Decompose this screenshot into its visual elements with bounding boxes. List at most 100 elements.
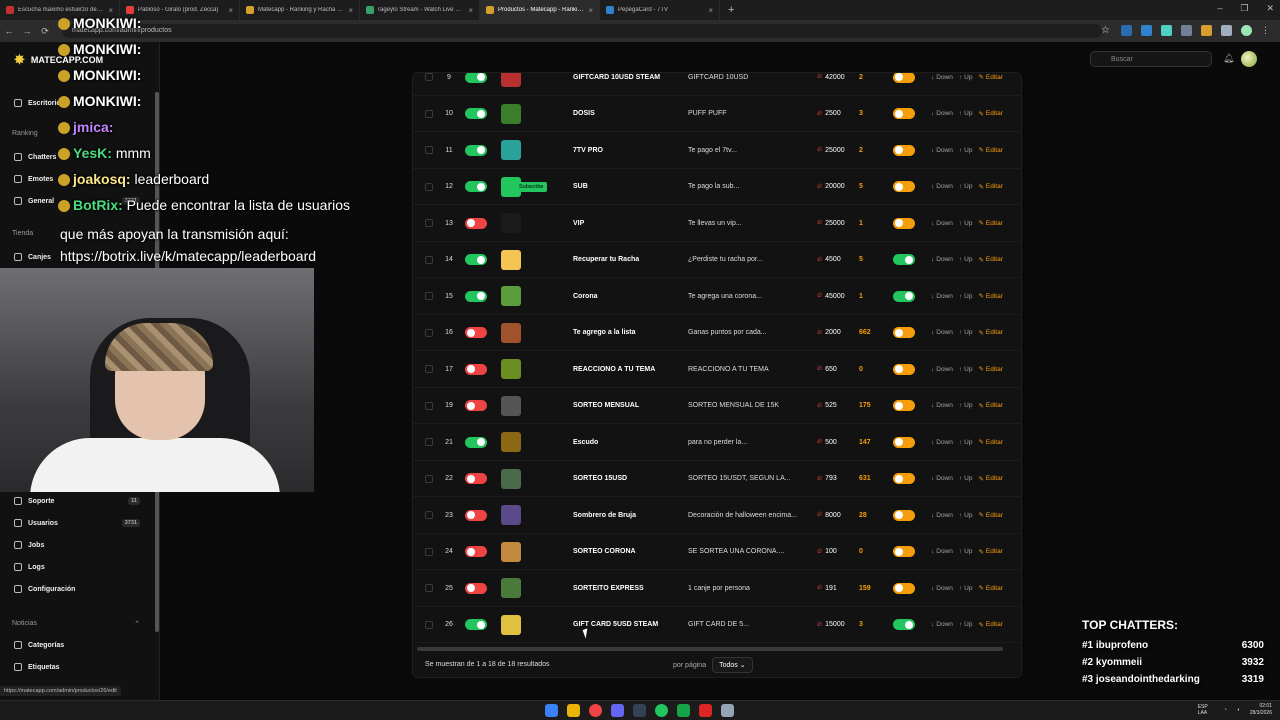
move-up-button[interactable]: ↑ Up <box>959 256 973 263</box>
edit-button[interactable]: ✎ Editar <box>978 548 1002 556</box>
minimize-icon[interactable]: – <box>1217 3 1222 14</box>
move-down-button[interactable]: ↓ Down <box>931 366 953 373</box>
move-up-button[interactable]: ↑ Up <box>959 366 973 373</box>
visible-toggle[interactable] <box>893 607 915 644</box>
move-down-button[interactable]: ↓ Down <box>931 439 953 446</box>
row-checkbox[interactable] <box>425 73 433 96</box>
edit-button[interactable]: ✎ Editar <box>978 256 1002 264</box>
visible-toggle[interactable] <box>893 73 915 96</box>
visible-toggle[interactable] <box>893 96 915 133</box>
horizontal-scrollbar[interactable] <box>417 647 1003 651</box>
visible-toggle[interactable] <box>893 205 915 242</box>
move-up-button[interactable]: ↑ Up <box>959 147 973 154</box>
spotify-icon[interactable] <box>655 704 668 717</box>
visible-toggle[interactable] <box>893 132 915 169</box>
move-up-button[interactable]: ↑ Up <box>959 183 973 190</box>
row-checkbox[interactable] <box>425 315 433 352</box>
sidebar-item-jobs[interactable]: Jobs <box>14 538 140 552</box>
product-name[interactable]: SORTEITO EXPRESS <box>573 570 685 607</box>
move-up-button[interactable]: ↑ Up <box>959 548 973 555</box>
sidebar-item-soporte[interactable]: Soporte 11 <box>14 494 140 508</box>
move-down-button[interactable]: ↓ Down <box>931 74 953 81</box>
avatar[interactable] <box>1241 51 1257 67</box>
sidebar-item-configuracion[interactable]: Configuración <box>14 582 140 596</box>
move-down-button[interactable]: ↓ Down <box>931 256 953 263</box>
row-checkbox[interactable] <box>425 169 433 206</box>
active-toggle[interactable] <box>465 497 487 534</box>
active-toggle[interactable] <box>465 205 487 242</box>
move-down-button[interactable]: ↓ Down <box>931 402 953 409</box>
discord-icon[interactable] <box>611 704 624 717</box>
product-name[interactable]: Recuperar tu Racha <box>573 242 685 279</box>
browser-tab[interactable]: PepegaCard - 7TV × <box>600 0 720 20</box>
browser-tab[interactable]: Productos - Matecapp - Ranking... × <box>480 0 600 20</box>
edit-button[interactable]: ✎ Editar <box>978 438 1002 447</box>
visible-toggle[interactable] <box>893 534 915 571</box>
visible-toggle[interactable] <box>893 169 915 206</box>
extension-icon[interactable] <box>1201 25 1212 36</box>
edit-button[interactable]: ✎ Editar <box>978 219 1002 228</box>
move-up-button[interactable]: ↑ Up <box>959 74 973 81</box>
active-toggle[interactable] <box>465 461 487 498</box>
visible-toggle[interactable] <box>893 461 915 498</box>
product-name[interactable]: GIFT CARD 5USD STEAM <box>573 607 685 644</box>
chrome-icon[interactable] <box>589 704 602 717</box>
move-down-button[interactable]: ↓ Down <box>931 220 953 227</box>
kick-icon[interactable] <box>677 704 690 717</box>
search-input[interactable]: Buscar <box>1090 51 1212 67</box>
extension-icon[interactable] <box>1121 25 1132 36</box>
active-toggle[interactable] <box>465 169 487 206</box>
close-tab-icon[interactable]: × <box>588 6 593 15</box>
product-name[interactable]: SORTEO CORONA <box>573 534 685 571</box>
sidebar-section-noticias[interactable]: Noticias ⌃ <box>12 620 140 628</box>
row-checkbox[interactable] <box>425 424 433 461</box>
edit-button[interactable]: ✎ Editar <box>978 146 1002 155</box>
move-down-button[interactable]: ↓ Down <box>931 585 953 592</box>
extension-icon[interactable] <box>1181 25 1192 36</box>
active-toggle[interactable] <box>465 424 487 461</box>
back-icon[interactable]: ← <box>0 26 18 36</box>
profile-icon[interactable] <box>1241 25 1252 36</box>
row-checkbox[interactable] <box>425 96 433 133</box>
visible-toggle[interactable] <box>893 351 915 388</box>
windows-start-icon[interactable] <box>545 704 558 717</box>
row-checkbox[interactable] <box>425 132 433 169</box>
active-toggle[interactable] <box>465 73 487 96</box>
file-explorer-icon[interactable] <box>567 704 580 717</box>
edit-button[interactable]: ✎ Editar <box>978 110 1002 118</box>
active-toggle[interactable] <box>465 242 487 279</box>
move-down-button[interactable]: ↓ Down <box>931 475 953 482</box>
sidebar-item-logs[interactable]: Logs <box>14 560 140 574</box>
move-up-button[interactable]: ↑ Up <box>959 329 973 336</box>
product-name[interactable]: Sombrero de Bruja <box>573 497 685 534</box>
menu-icon[interactable]: ⋮ <box>1261 25 1272 36</box>
visible-toggle[interactable] <box>893 497 915 534</box>
visible-toggle[interactable] <box>893 315 915 352</box>
move-down-button[interactable]: ↓ Down <box>931 621 953 628</box>
move-up-button[interactable]: ↑ Up <box>959 585 973 592</box>
bookmark-star-icon[interactable]: ☆ <box>1101 25 1112 36</box>
product-name[interactable]: Corona <box>573 278 685 315</box>
product-name[interactable]: REACCIONO A TU TEMA <box>573 351 685 388</box>
move-up-button[interactable]: ↑ Up <box>959 512 973 519</box>
product-name[interactable]: VIP <box>573 205 685 242</box>
move-down-button[interactable]: ↓ Down <box>931 147 953 154</box>
sidebar-item-usuarios[interactable]: Usuarios 3731 <box>14 516 140 530</box>
active-toggle[interactable] <box>465 388 487 425</box>
row-checkbox[interactable] <box>425 461 433 498</box>
move-down-button[interactable]: ↓ Down <box>931 293 953 300</box>
close-tab-icon[interactable]: × <box>708 6 713 15</box>
row-checkbox[interactable] <box>425 388 433 425</box>
volume-icon[interactable]: ◖ <box>1237 707 1240 713</box>
product-name[interactable]: Te agrego a la lista <box>573 315 685 352</box>
active-toggle[interactable] <box>465 96 487 133</box>
active-toggle[interactable] <box>465 534 487 571</box>
wifi-icon[interactable]: ◔ <box>1224 707 1227 713</box>
edit-button[interactable]: ✎ Editar <box>978 73 1002 82</box>
active-toggle[interactable] <box>465 607 487 644</box>
move-down-button[interactable]: ↓ Down <box>931 110 953 117</box>
row-checkbox[interactable] <box>425 205 433 242</box>
edit-button[interactable]: ✎ Editar <box>978 329 1002 337</box>
product-name[interactable]: GIFTCARD 10USD STEAM <box>573 73 685 96</box>
extension-icon[interactable] <box>1161 25 1172 36</box>
